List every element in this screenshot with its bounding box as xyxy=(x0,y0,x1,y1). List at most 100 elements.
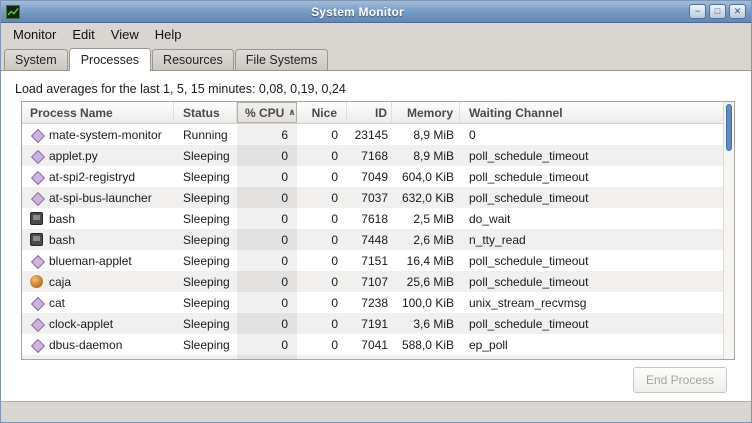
tab-bar: System Processes Resources File Systems xyxy=(1,46,751,70)
menu-view[interactable]: View xyxy=(103,24,147,45)
column-header-cpu-label: % CPU xyxy=(245,106,284,120)
table-row[interactable]: bash Sleeping 0 0 7618 2,5 MiB do_wait xyxy=(22,208,734,229)
process-status: Sleeping xyxy=(174,292,237,313)
table-row[interactable]: at-spi-bus-launcher Sleeping 0 0 7037 63… xyxy=(22,187,734,208)
process-icon xyxy=(30,317,43,330)
process-cpu: 0 xyxy=(237,145,297,166)
process-icon xyxy=(30,128,43,141)
minimize-icon[interactable]: − xyxy=(689,4,706,19)
table-row[interactable]: dbus-launch Sleeping 0 0 7042 4,4 MiB po… xyxy=(22,355,734,359)
process-nice: 0 xyxy=(297,187,347,208)
window-title: System Monitor xyxy=(26,5,689,19)
column-header-waiting-channel[interactable]: Waiting Channel xyxy=(460,102,734,123)
process-status: Sleeping xyxy=(174,208,237,229)
tab-system[interactable]: System xyxy=(4,49,68,70)
process-status: Sleeping xyxy=(174,271,237,292)
menu-help[interactable]: Help xyxy=(147,24,190,45)
process-nice: 0 xyxy=(297,250,347,271)
process-memory: 8,9 MiB xyxy=(392,145,460,166)
load-averages-text: Load averages for the last 1, 5, 15 minu… xyxy=(15,82,346,96)
process-waiting-channel: unix_stream_recvmsg xyxy=(460,292,734,313)
process-icon xyxy=(30,149,43,162)
column-header-id[interactable]: ID xyxy=(347,102,392,123)
process-memory: 4,4 MiB xyxy=(392,355,460,359)
process-cpu: 0 xyxy=(237,355,297,359)
tab-file-systems[interactable]: File Systems xyxy=(235,49,329,70)
tab-processes[interactable]: Processes xyxy=(69,48,151,71)
process-waiting-channel: n_tty_read xyxy=(460,229,734,250)
maximize-icon[interactable]: □ xyxy=(709,4,726,19)
table-header-row: Process Name Status % CPU ∧ Nice ID Memo… xyxy=(22,102,734,124)
table-row[interactable]: caja Sleeping 0 0 7107 25,6 MiB poll_sch… xyxy=(22,271,734,292)
column-header-process-name[interactable]: Process Name xyxy=(22,102,174,123)
process-id: 7107 xyxy=(347,271,392,292)
process-id: 7049 xyxy=(347,166,392,187)
table-row[interactable]: applet.py Sleeping 0 0 7168 8,9 MiB poll… xyxy=(22,145,734,166)
process-memory: 3,6 MiB xyxy=(392,313,460,334)
scrollbar-thumb[interactable] xyxy=(726,104,732,151)
sort-ascending-icon: ∧ xyxy=(288,107,295,118)
process-waiting-channel: poll_schedule_timeout xyxy=(460,271,734,292)
titlebar[interactable]: System Monitor − □ ✕ xyxy=(1,1,751,23)
process-name: mate-system-monitor xyxy=(49,128,162,142)
process-waiting-channel: poll_schedule_timeout xyxy=(460,250,734,271)
menu-edit[interactable]: Edit xyxy=(64,24,102,45)
process-nice: 0 xyxy=(297,355,347,359)
column-header-nice[interactable]: Nice xyxy=(297,102,347,123)
column-header-status[interactable]: Status xyxy=(174,102,237,123)
process-status: Sleeping xyxy=(174,187,237,208)
process-icon xyxy=(30,191,43,204)
process-memory: 25,6 MiB xyxy=(392,271,460,292)
process-name: blueman-applet xyxy=(49,254,132,268)
process-name: applet.py xyxy=(49,149,98,163)
column-header-memory[interactable]: Memory xyxy=(392,102,460,123)
table-row[interactable]: dbus-daemon Sleeping 0 0 7041 588,0 KiB … xyxy=(22,334,734,355)
process-name: caja xyxy=(49,275,71,289)
table-row[interactable]: at-spi2-registryd Sleeping 0 0 7049 604,… xyxy=(22,166,734,187)
process-id: 7618 xyxy=(347,208,392,229)
process-nice: 0 xyxy=(297,292,347,313)
process-cpu: 0 xyxy=(237,187,297,208)
process-nice: 0 xyxy=(297,208,347,229)
process-status: Sleeping xyxy=(174,313,237,334)
table-row[interactable]: clock-applet Sleeping 0 0 7191 3,6 MiB p… xyxy=(22,313,734,334)
process-name: cat xyxy=(49,296,65,310)
process-waiting-channel: poll_schedule_timeout xyxy=(460,355,734,359)
menu-monitor[interactable]: Monitor xyxy=(5,24,64,45)
process-name: dbus-launch xyxy=(49,359,114,360)
vertical-scrollbar[interactable] xyxy=(723,102,734,359)
process-status: Sleeping xyxy=(174,334,237,355)
column-header-cpu[interactable]: % CPU ∧ xyxy=(237,102,297,123)
process-id: 7042 xyxy=(347,355,392,359)
table-row[interactable]: bash Sleeping 0 0 7448 2,6 MiB n_tty_rea… xyxy=(22,229,734,250)
table-row[interactable]: mate-system-monitor Running 6 0 23145 8,… xyxy=(22,124,734,145)
process-nice: 0 xyxy=(297,271,347,292)
process-status: Sleeping xyxy=(174,250,237,271)
process-status: Sleeping xyxy=(174,229,237,250)
process-id: 7238 xyxy=(347,292,392,313)
process-icon xyxy=(30,170,43,183)
menubar: Monitor Edit View Help xyxy=(1,23,751,46)
table-row[interactable]: blueman-applet Sleeping 0 0 7151 16,4 Mi… xyxy=(22,250,734,271)
end-process-button[interactable]: End Process xyxy=(633,367,727,393)
process-cpu: 0 xyxy=(237,292,297,313)
process-id: 7191 xyxy=(347,313,392,334)
process-memory: 8,9 MiB xyxy=(392,124,460,145)
process-cpu: 6 xyxy=(237,124,297,145)
system-monitor-window: System Monitor − □ ✕ Monitor Edit View H… xyxy=(0,0,752,423)
table-row[interactable]: cat Sleeping 0 0 7238 100,0 KiB unix_str… xyxy=(22,292,734,313)
process-icon xyxy=(30,233,43,246)
tab-resources[interactable]: Resources xyxy=(152,49,234,70)
close-icon[interactable]: ✕ xyxy=(729,4,746,19)
process-name: dbus-daemon xyxy=(49,338,122,352)
process-memory: 632,0 KiB xyxy=(392,187,460,208)
process-waiting-channel: poll_schedule_timeout xyxy=(460,166,734,187)
process-memory: 100,0 KiB xyxy=(392,292,460,313)
process-name: bash xyxy=(49,212,75,226)
process-waiting-channel: poll_schedule_timeout xyxy=(460,187,734,208)
process-status: Sleeping xyxy=(174,145,237,166)
process-id: 23145 xyxy=(347,124,392,145)
process-waiting-channel: ep_poll xyxy=(460,334,734,355)
process-name: clock-applet xyxy=(49,317,113,331)
process-waiting-channel: poll_schedule_timeout xyxy=(460,145,734,166)
